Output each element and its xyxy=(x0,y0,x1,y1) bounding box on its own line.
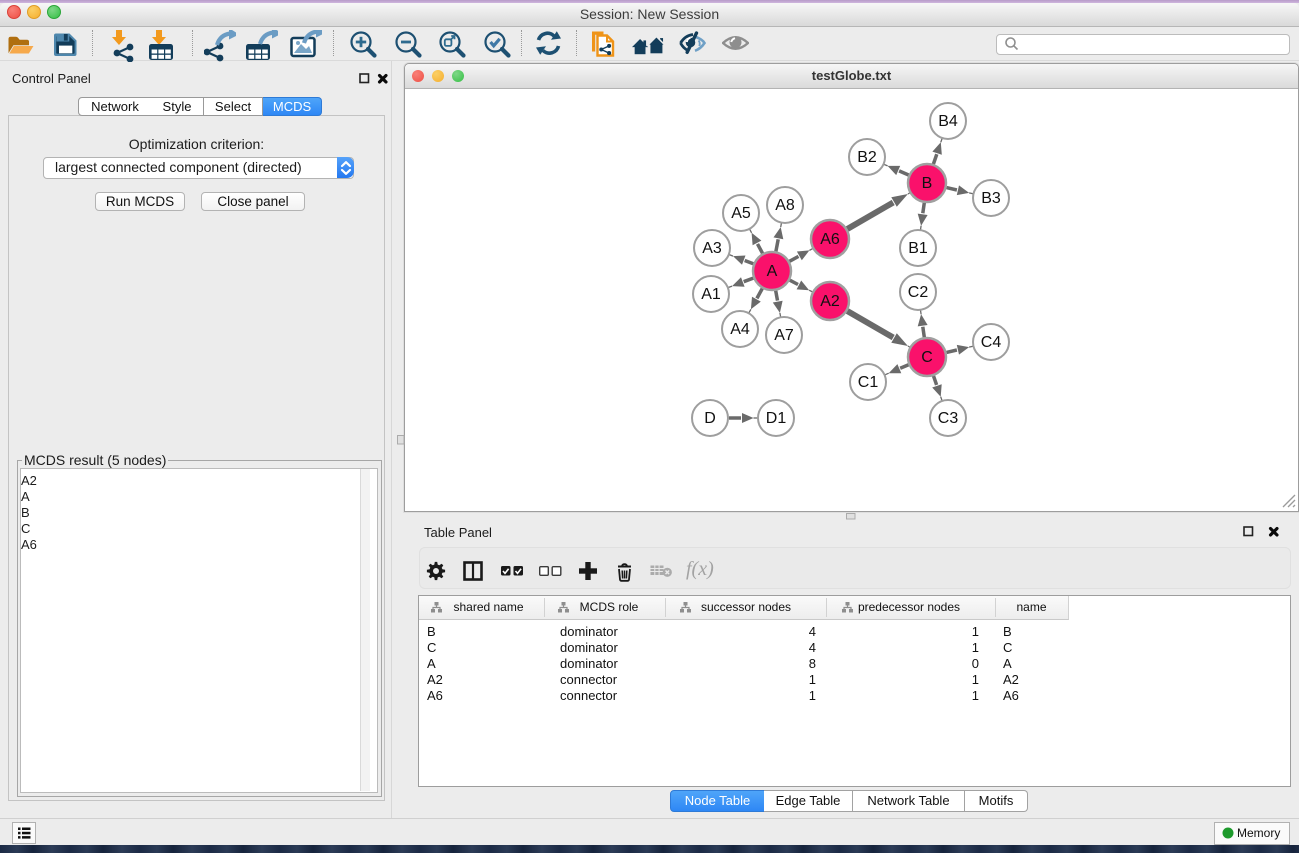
svg-text:C: C xyxy=(921,349,933,366)
svg-text:B4: B4 xyxy=(938,113,958,130)
svg-text:B2: B2 xyxy=(857,149,877,166)
svg-text:B: B xyxy=(922,175,933,192)
svg-text:A5: A5 xyxy=(731,205,751,222)
svg-text:C3: C3 xyxy=(938,410,959,427)
svg-text:A1: A1 xyxy=(701,286,721,303)
svg-text:D: D xyxy=(704,410,716,427)
svg-text:B1: B1 xyxy=(908,240,928,257)
svg-text:A4: A4 xyxy=(730,321,750,338)
svg-text:A3: A3 xyxy=(702,240,722,257)
svg-text:D1: D1 xyxy=(766,410,787,427)
svg-text:A7: A7 xyxy=(774,327,794,344)
svg-text:A6: A6 xyxy=(820,231,840,248)
svg-text:C4: C4 xyxy=(981,334,1002,351)
svg-text:C1: C1 xyxy=(858,374,879,391)
svg-text:A: A xyxy=(767,263,778,280)
svg-text:A2: A2 xyxy=(820,293,840,310)
svg-text:B3: B3 xyxy=(981,190,1001,207)
svg-text:C2: C2 xyxy=(908,284,929,301)
svg-text:A8: A8 xyxy=(775,197,795,214)
